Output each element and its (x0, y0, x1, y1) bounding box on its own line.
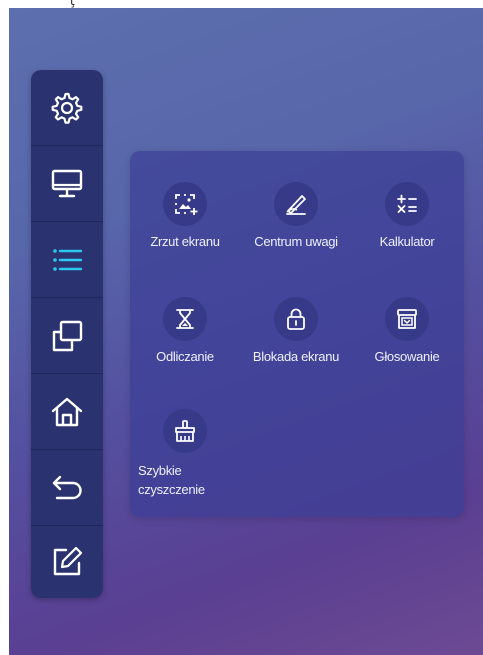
top-glyph: ţ (70, 0, 75, 8)
sidebar-item-home[interactable] (31, 374, 103, 449)
monitor-icon (51, 169, 83, 197)
tool-icon-circle (274, 182, 318, 226)
vote-icon (397, 309, 417, 329)
tool-label: Głosowanie (374, 349, 440, 364)
list-icon (53, 248, 83, 271)
sidebar-item-windows[interactable] (31, 298, 103, 373)
tool-icon-circle (163, 297, 207, 341)
windows-icon (52, 320, 83, 351)
gear-icon (51, 92, 83, 124)
hourglass-icon (176, 309, 194, 329)
sidebar-item-back[interactable] (31, 450, 103, 525)
tool-label: Blokada ekranu (252, 349, 340, 364)
tool-label: Centrum uwagi (254, 234, 338, 249)
tool-label: Zrzut ekranu (150, 234, 220, 249)
sidebar-item-settings[interactable] (31, 70, 103, 145)
tool-icon-circle (163, 182, 207, 226)
tool-label: Odliczanie (156, 349, 214, 364)
tool-calculator[interactable]: Kalkulator (352, 182, 462, 249)
tool-label: Kalkulator (379, 234, 435, 249)
tool-label: Szybkie czyszczenie (138, 463, 205, 497)
back-icon (52, 475, 82, 499)
edit-icon (53, 546, 83, 576)
tool-screen-lock[interactable]: Blokada ekranu (241, 297, 351, 364)
tool-spotlight[interactable]: Centrum uwagi (241, 182, 351, 249)
tool-voting[interactable]: Głosowanie (352, 297, 462, 364)
calculator-icon (397, 194, 417, 213)
tool-icon-circle (385, 297, 429, 341)
sidebar-item-tools[interactable] (31, 222, 103, 297)
tools-panel: Zrzut ekranu Centrum uwagi Kalkulator Od… (130, 151, 464, 517)
tool-icon-circle (163, 409, 207, 453)
tool-screenshot[interactable]: Zrzut ekranu (130, 182, 240, 249)
tool-icon-circle (385, 182, 429, 226)
sidebar-item-screen[interactable] (31, 146, 103, 221)
screenshot-icon (175, 194, 198, 215)
lock-icon (287, 308, 305, 330)
top-strip: ţ (0, 0, 483, 8)
home-icon (51, 397, 83, 426)
broom-icon (175, 420, 195, 442)
spotlight-icon (286, 195, 306, 215)
tool-quick-clean[interactable]: Szybkie czyszczenie (130, 409, 240, 499)
sidebar-item-annotate[interactable] (31, 526, 103, 598)
tool-icon-circle (274, 297, 318, 341)
sidebar (31, 70, 103, 598)
tool-countdown[interactable]: Odliczanie (130, 297, 240, 364)
